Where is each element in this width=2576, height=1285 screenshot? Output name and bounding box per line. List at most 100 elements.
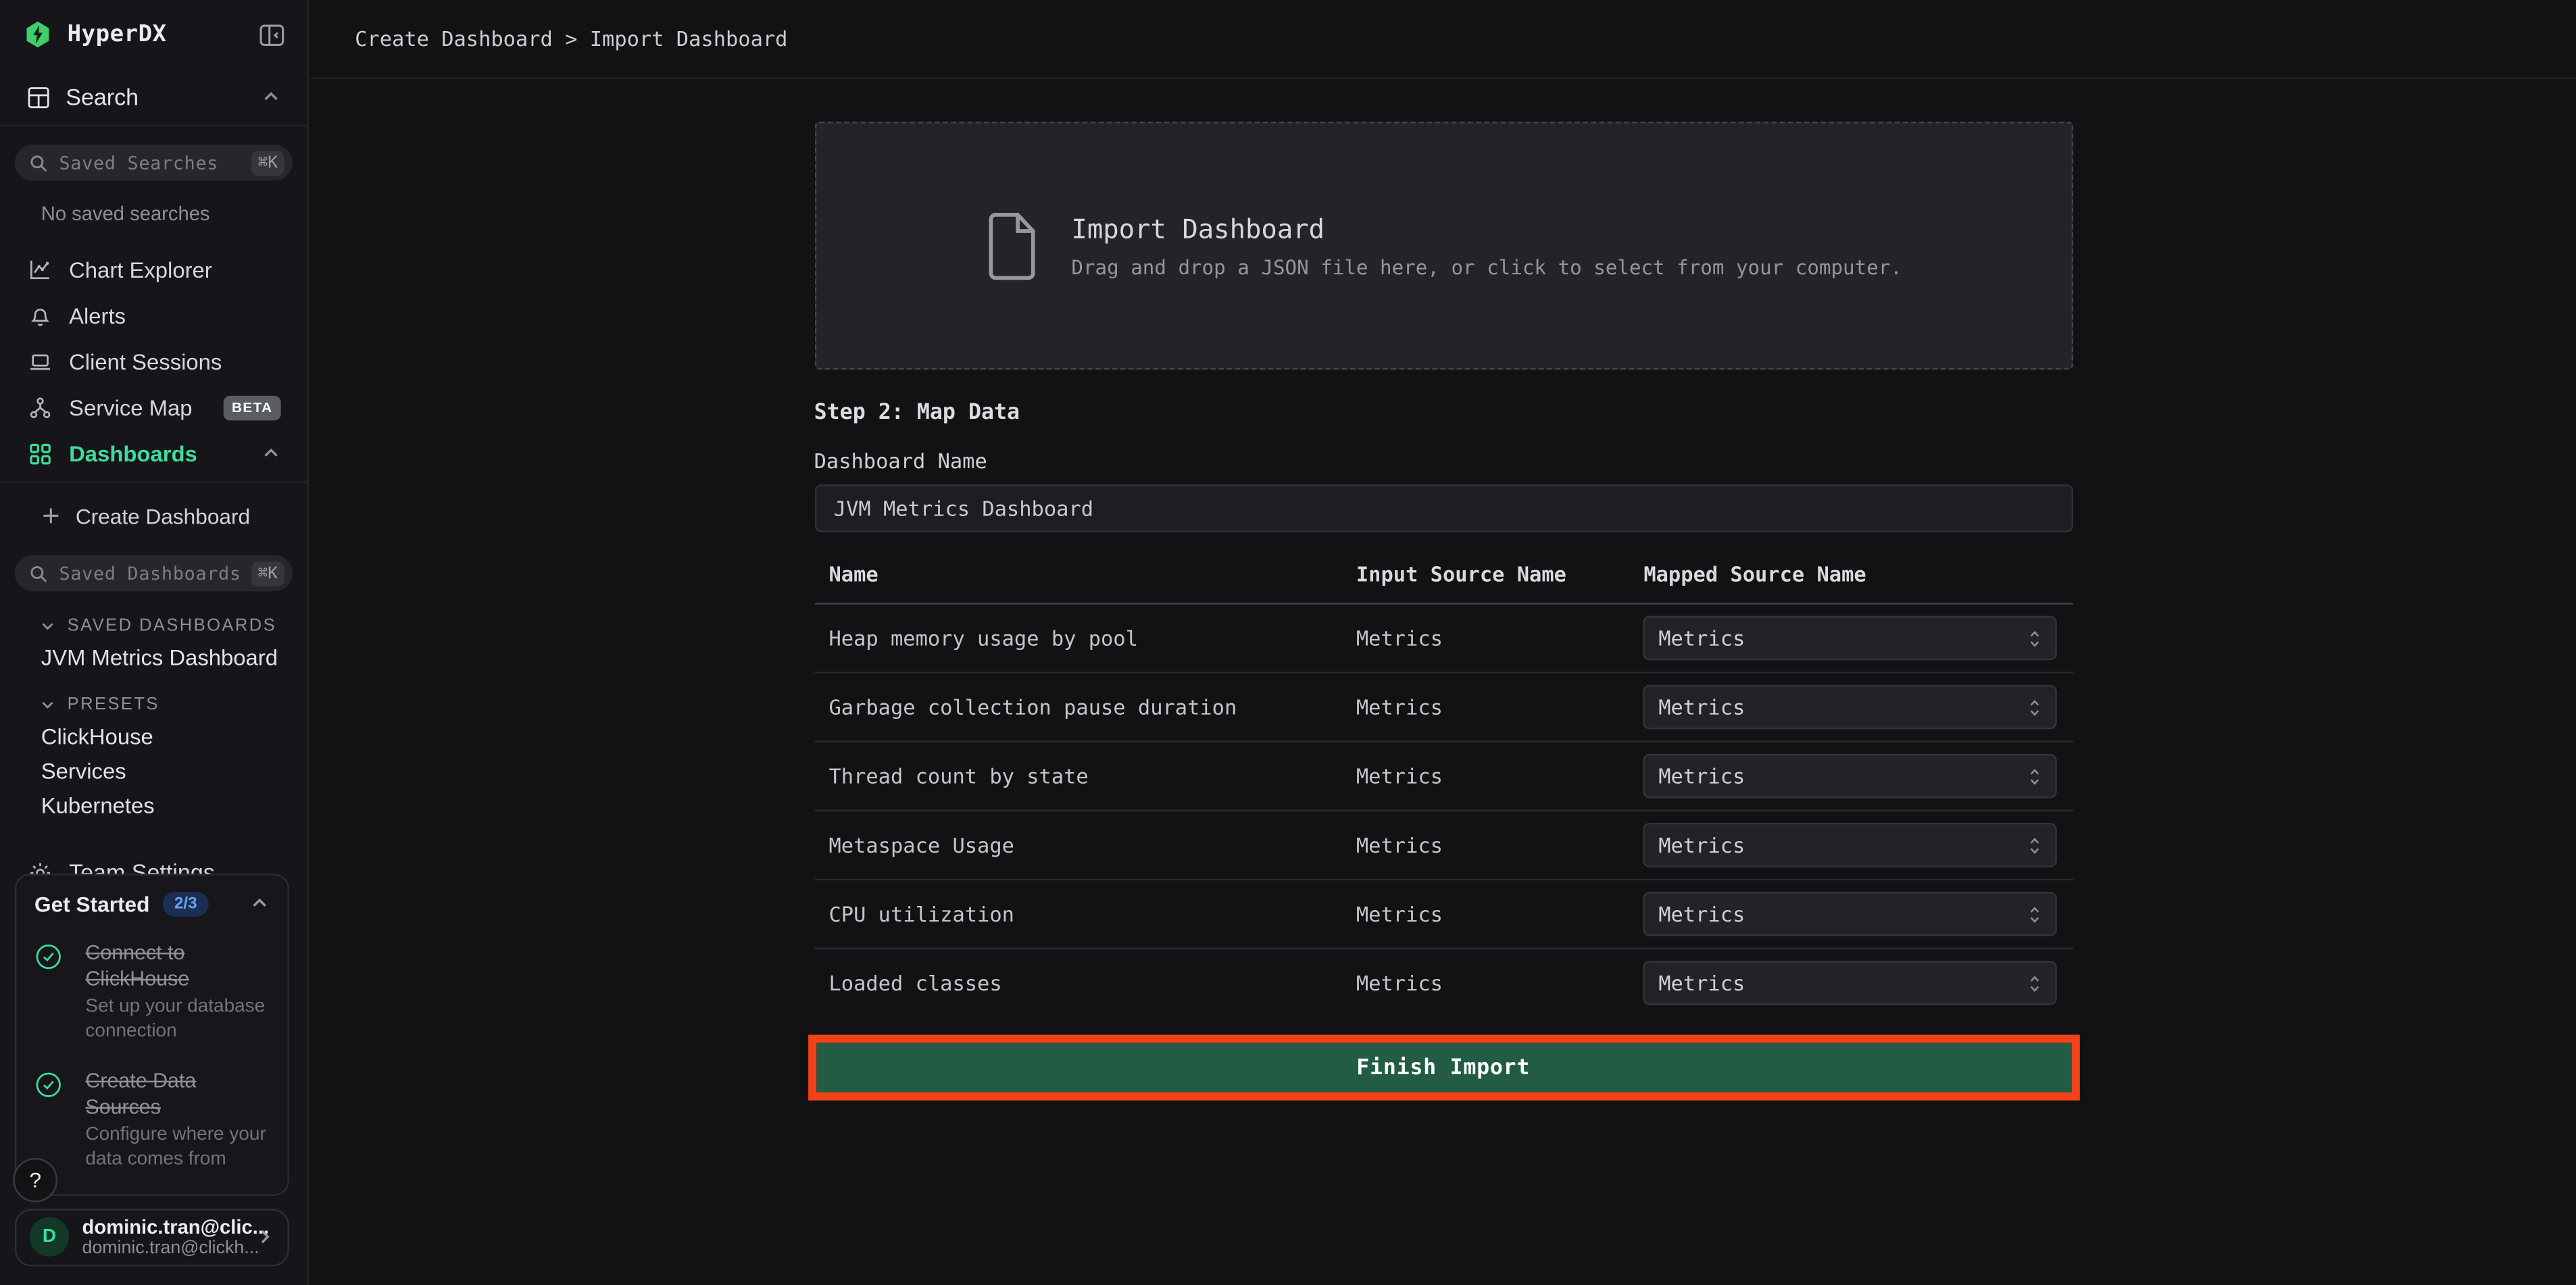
finish-import-button[interactable]: Finish Import [816, 1043, 2071, 1092]
user-display-name: dominic.tran@clic... [82, 1215, 255, 1238]
row-input-source: Metrics [1356, 695, 1643, 719]
mapped-source-select[interactable]: Metrics [1642, 754, 2056, 799]
dropzone-subtitle: Drag and drop a JSON file here, or click… [1071, 255, 1902, 278]
sidebar-dashboard-link[interactable]: JVM Metrics Dashboard [41, 645, 307, 670]
sidebar-item-label: Dashboards [69, 441, 197, 465]
mapping-table: Name Input Source Name Mapped Source Nam… [814, 552, 2073, 1017]
row-name: Garbage collection pause duration [829, 695, 1356, 719]
mapped-source-select[interactable]: Metrics [1642, 616, 2056, 661]
get-started-panel: Get Started 2/3 Connect to ClickHouse Se… [15, 873, 289, 1195]
get-started-title: Get Started [34, 891, 149, 915]
selected-value: Metrics [1658, 626, 1745, 650]
search-icon [30, 564, 48, 582]
row-name: CPU utilization [829, 902, 1356, 926]
sidebar-collapse-icon[interactable] [258, 20, 286, 48]
mapped-source-select[interactable]: Metrics [1642, 961, 2056, 1005]
sidebar-item-label: Alerts [69, 303, 126, 328]
chevron-up-down-icon [2025, 834, 2043, 857]
chevron-up-down-icon [2025, 972, 2043, 994]
table-row: Garbage collection pause duration Metric… [814, 674, 2073, 742]
dashboards-grid-icon [26, 441, 53, 465]
sidebar-item-dashboards[interactable]: Dashboards [0, 430, 307, 476]
chevron-up-icon[interactable] [250, 894, 270, 913]
import-content: Import Dashboard Drag and drop a JSON fi… [814, 122, 2073, 1101]
column-header-mapped-source: Mapped Source Name [1643, 561, 2073, 586]
saved-dashboards-placeholder: Saved Dashboards [59, 563, 241, 584]
mapped-source-select[interactable]: Metrics [1642, 892, 2056, 936]
mapped-source-select[interactable]: Metrics [1642, 685, 2056, 730]
create-dashboard-label: Create Dashboard [76, 503, 250, 528]
table-row: Metaspace Usage Metrics Metrics [814, 811, 2073, 880]
mapped-source-select[interactable]: Metrics [1642, 823, 2056, 867]
beta-badge: BETA [224, 395, 281, 420]
column-header-input-source: Input Source Name [1356, 561, 1643, 586]
row-input-source: Metrics [1356, 763, 1643, 788]
user-email: dominic.tran@clickh... [82, 1238, 255, 1258]
bell-icon [26, 303, 53, 328]
selected-value: Metrics [1658, 833, 1745, 857]
column-header-name: Name [829, 561, 1356, 586]
main-area: Create Dashboard > Import Dashboard Impo… [310, 0, 2576, 1285]
table-header-row: Name Input Source Name Mapped Source Nam… [814, 552, 2073, 605]
saved-dashboards-input[interactable]: Saved Dashboards ⌘K [15, 555, 293, 591]
sidebar-preset-link[interactable]: Services [41, 759, 307, 783]
sidebar-header: HyperDX [0, 0, 307, 69]
sidebar-item-client-sessions[interactable]: Client Sessions [0, 338, 307, 384]
divider [0, 481, 307, 482]
saved-searches-input[interactable]: Saved Searches ⌘K [15, 145, 293, 180]
check-circle-icon [34, 938, 74, 1044]
presets-group-header[interactable]: PRESETS [39, 695, 307, 714]
sidebar: HyperDX Search Saved Searches ⌘K No save… [0, 0, 309, 1285]
chevron-down-icon [39, 697, 55, 713]
search-section-label: Search [66, 84, 139, 110]
saved-dashboards-group-header[interactable]: SAVED DASHBOARDS [39, 616, 307, 636]
help-button[interactable]: ? [13, 1157, 57, 1202]
dashboard-name-label: Dashboard Name [814, 449, 2073, 473]
search-icon [30, 153, 48, 172]
line-chart-icon [26, 257, 53, 281]
chevron-down-icon [39, 618, 55, 634]
json-dropzone[interactable]: Import Dashboard Drag and drop a JSON fi… [814, 122, 2073, 370]
get-started-item-connect[interactable]: Connect to ClickHouse Set up your databa… [34, 938, 270, 1044]
row-input-source: Metrics [1356, 626, 1643, 650]
get-started-item-title: Connect to ClickHouse [85, 938, 269, 991]
sidebar-item-label: Chart Explorer [69, 257, 212, 281]
sidebar-item-chart-explorer[interactable]: Chart Explorer [0, 247, 307, 293]
row-name: Heap memory usage by pool [829, 626, 1356, 650]
shortcut-kbd: ⌘K [251, 150, 284, 174]
table-row: Thread count by state Metrics Metrics [814, 742, 2073, 811]
app-title: HyperDX [68, 22, 167, 48]
sidebar-nav: Chart Explorer Alerts Client Sessions Se… [0, 247, 307, 895]
get-started-item-title: Create Data Sources [85, 1067, 269, 1119]
table-row: CPU utilization Metrics Metrics [814, 880, 2073, 949]
check-circle-icon [34, 1067, 74, 1172]
sidebar-item-label: Client Sessions [69, 349, 222, 374]
sidebar-preset-link[interactable]: ClickHouse [41, 724, 307, 749]
row-name: Thread count by state [829, 763, 1356, 788]
shortcut-kbd: ⌘K [251, 561, 284, 585]
search-section-icon [26, 84, 51, 109]
chevron-right-icon [255, 1227, 274, 1246]
user-account-button[interactable]: D dominic.tran@clic... dominic.tran@clic… [15, 1208, 289, 1265]
progress-badge: 2/3 [163, 891, 209, 915]
sidebar-preset-link[interactable]: Kubernetes [41, 793, 307, 817]
service-map-icon [26, 395, 53, 420]
sidebar-item-alerts[interactable]: Alerts [0, 293, 307, 338]
sidebar-item-label: Service Map [69, 395, 192, 420]
avatar: D [30, 1217, 69, 1256]
get-started-item-sources[interactable]: Create Data Sources Configure where your… [34, 1067, 270, 1172]
chevron-up-icon [262, 87, 281, 107]
highlight-annotation: Finish Import [808, 1035, 2079, 1101]
table-row: Loaded classes Metrics Metrics [814, 949, 2073, 1017]
sidebar-item-service-map[interactable]: Service Map BETA [0, 384, 307, 430]
row-input-source: Metrics [1356, 833, 1643, 857]
get-started-header[interactable]: Get Started 2/3 [34, 891, 270, 915]
dashboard-name-input[interactable] [814, 484, 2073, 532]
plus-icon [41, 506, 61, 526]
create-dashboard-button[interactable]: Create Dashboard [0, 495, 307, 537]
sidebar-section-search[interactable]: Search [0, 69, 307, 126]
breadcrumb[interactable]: Create Dashboard > Import Dashboard [355, 26, 787, 51]
selected-value: Metrics [1658, 902, 1745, 926]
row-name: Loaded classes [829, 971, 1356, 995]
chevron-up-down-icon [2025, 765, 2043, 788]
